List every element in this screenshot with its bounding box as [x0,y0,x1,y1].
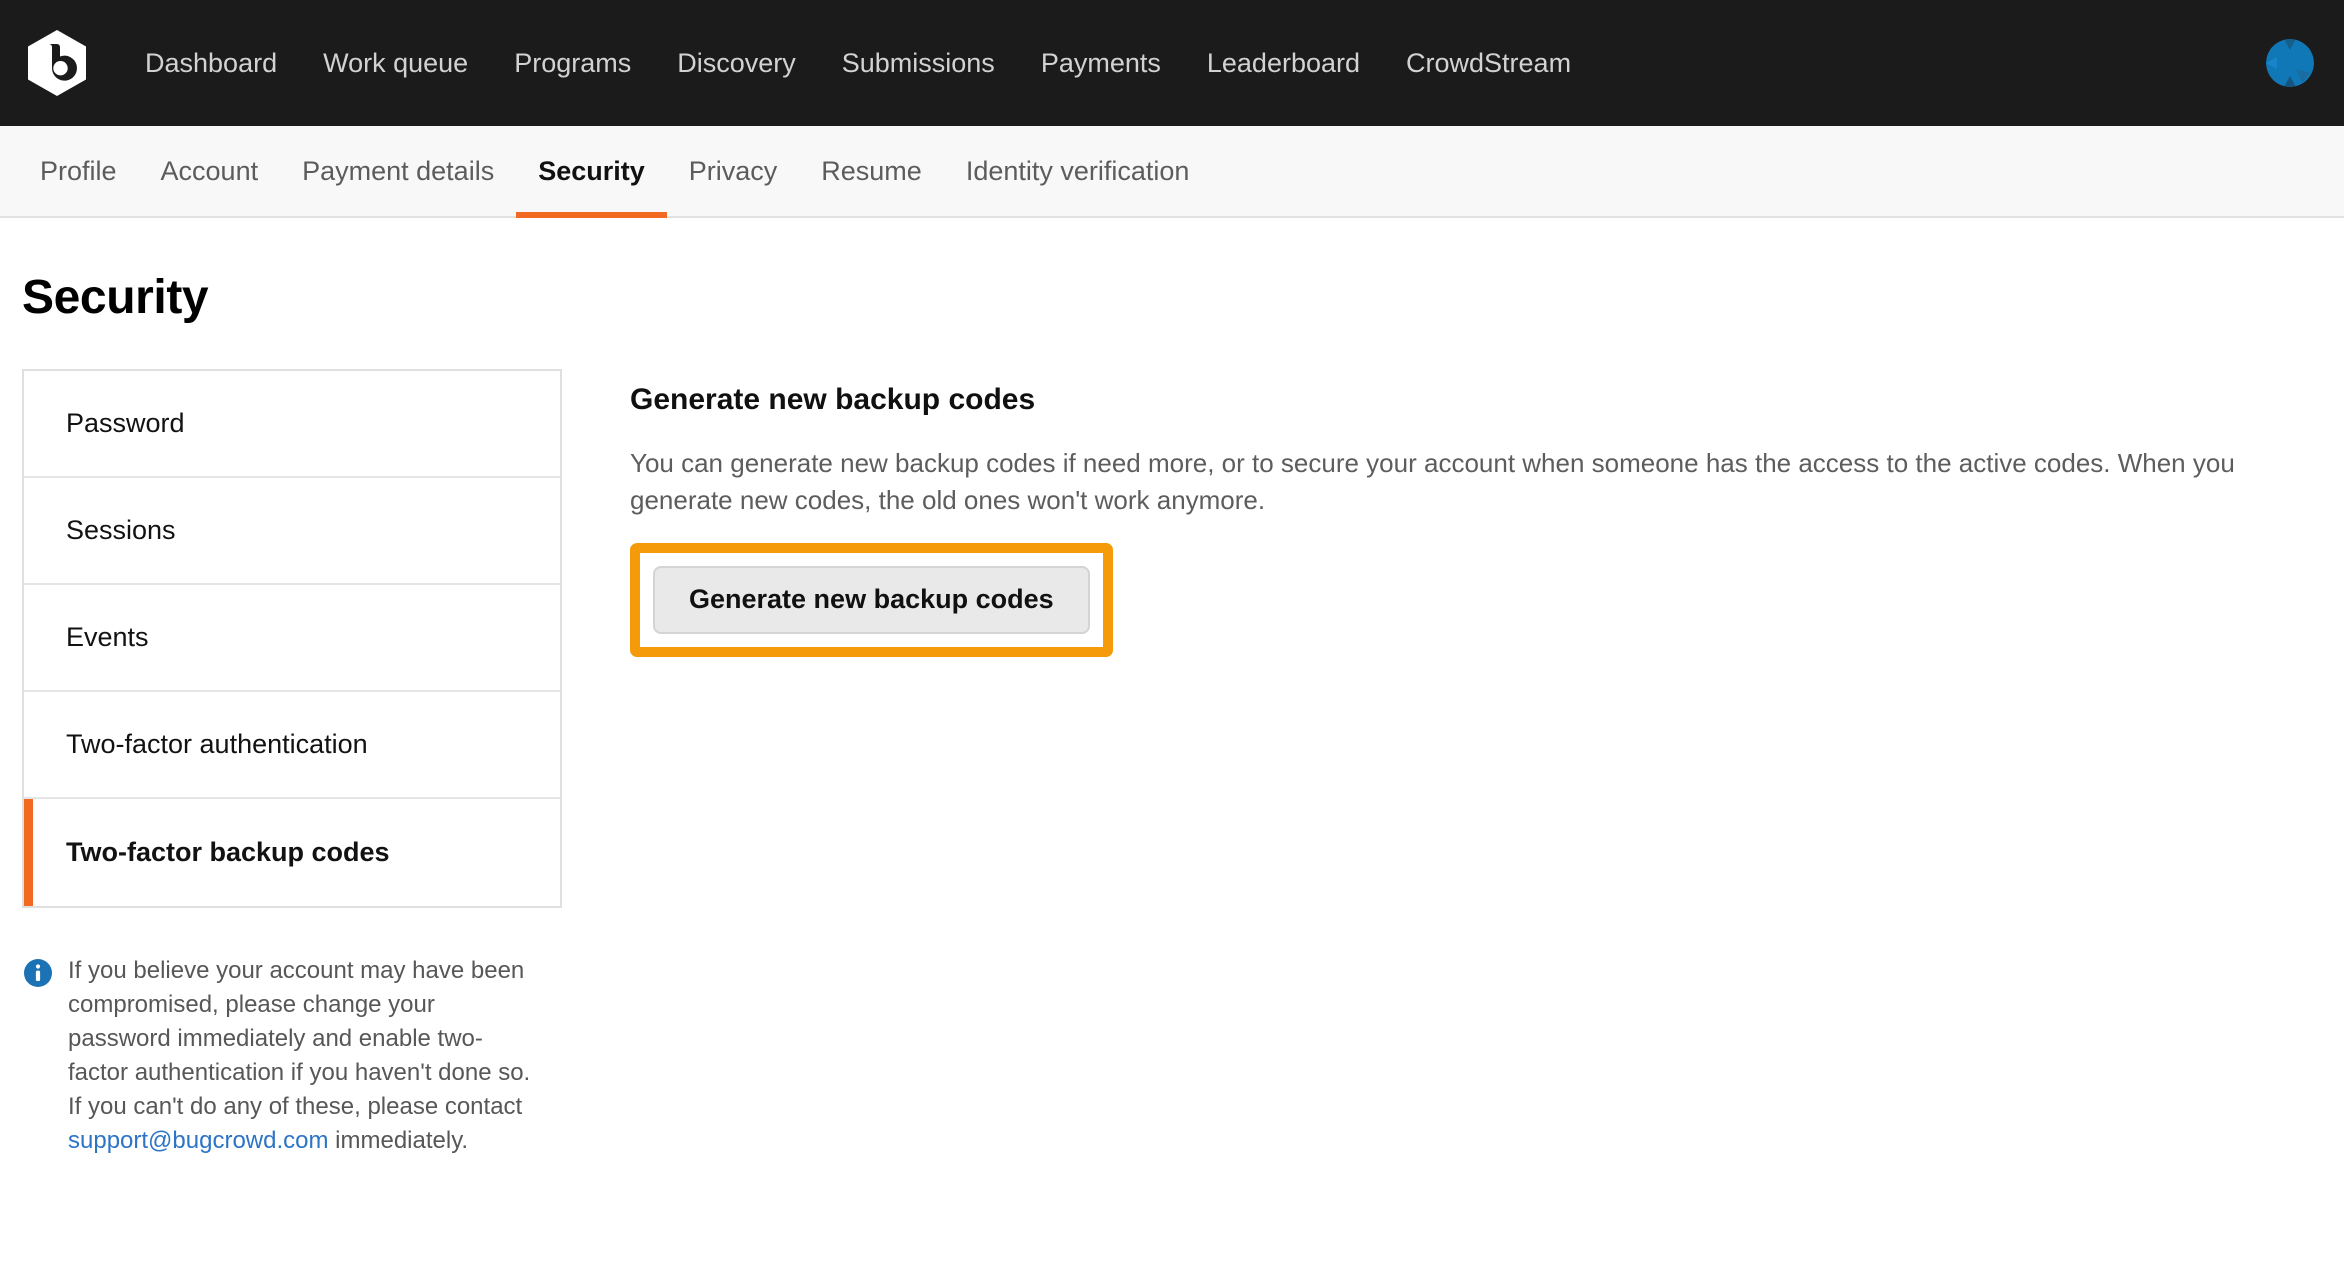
top-navigation-bar: Dashboard Work queue Programs Discovery … [0,0,2344,126]
left-column: Password Sessions Events Two-factor auth… [22,369,562,1158]
sidebar-item-label: Password [66,408,185,438]
nav-link-dashboard[interactable]: Dashboard [122,40,300,87]
sidebar-item-label: Events [66,622,149,652]
avatar[interactable] [2266,39,2314,87]
nav-link-work-queue[interactable]: Work queue [300,40,491,87]
notice-text: If you believe your account may have bee… [68,954,538,1158]
tab-privacy[interactable]: Privacy [667,126,800,216]
sidebar-item-events[interactable]: Events [24,585,560,692]
nav-link-discovery[interactable]: Discovery [654,40,819,87]
sidebar-item-two-factor-authentication[interactable]: Two-factor authentication [24,692,560,799]
tab-resume[interactable]: Resume [799,126,944,216]
info-icon [24,959,52,987]
tab-profile[interactable]: Profile [18,126,139,216]
section-description: You can generate new backup codes if nee… [630,448,2235,515]
nav-link-crowdstream[interactable]: CrowdStream [1383,40,1594,87]
tab-payment-details[interactable]: Payment details [280,126,516,216]
tab-account[interactable]: Account [139,126,281,216]
top-navigation-links: Dashboard Work queue Programs Discovery … [122,40,1594,87]
tab-label: Profile [40,155,117,186]
security-info-notice: If you believe your account may have bee… [22,954,562,1158]
nav-link-programs[interactable]: Programs [491,40,654,87]
nav-link-leaderboard[interactable]: Leaderboard [1184,40,1383,87]
notice-text-part-1: If you believe your account may have bee… [68,957,531,1121]
bugcrowd-logo-icon[interactable] [22,28,92,98]
support-email-link[interactable]: support@bugcrowd.com [68,1127,328,1154]
sidebar-item-label: Two-factor backup codes [66,837,390,867]
notice-text-part-2: immediately. [328,1127,469,1155]
nav-link-submissions[interactable]: Submissions [819,40,1018,87]
section-heading: Generate new backup codes [630,383,1036,416]
nav-link-payments[interactable]: Payments [1018,40,1184,87]
tab-label: Account [160,155,259,186]
main-panel: Generate new backup codes You can genera… [562,369,2322,657]
sidebar-item-label: Two-factor authentication [66,729,368,759]
tab-label: Resume [821,155,922,186]
settings-tab-bar: Profile Account Payment details Security… [0,126,2344,218]
tab-security[interactable]: Security [516,126,667,218]
tab-label: Payment details [302,155,495,186]
sidebar-item-label: Sessions [66,515,176,545]
page-title: Security [22,271,209,324]
tab-label: Security [538,155,645,186]
sidebar-item-password[interactable]: Password [24,371,560,478]
security-section-list: Password Sessions Events Two-factor auth… [22,369,562,908]
sidebar-item-two-factor-backup-codes[interactable]: Two-factor backup codes [24,799,560,906]
page-body: Security Password Sessions Events Two-fa… [0,218,2344,1158]
sidebar-item-sessions[interactable]: Sessions [24,478,560,585]
tab-label: Privacy [688,155,778,186]
highlight-annotation: Generate new backup codes [630,542,1113,657]
tab-identity-verification[interactable]: Identity verification [944,126,1212,216]
tab-label: Identity verification [965,155,1190,186]
content-layout: Password Sessions Events Two-factor auth… [22,369,2322,1158]
generate-new-backup-codes-button[interactable]: Generate new backup codes [653,565,1090,634]
